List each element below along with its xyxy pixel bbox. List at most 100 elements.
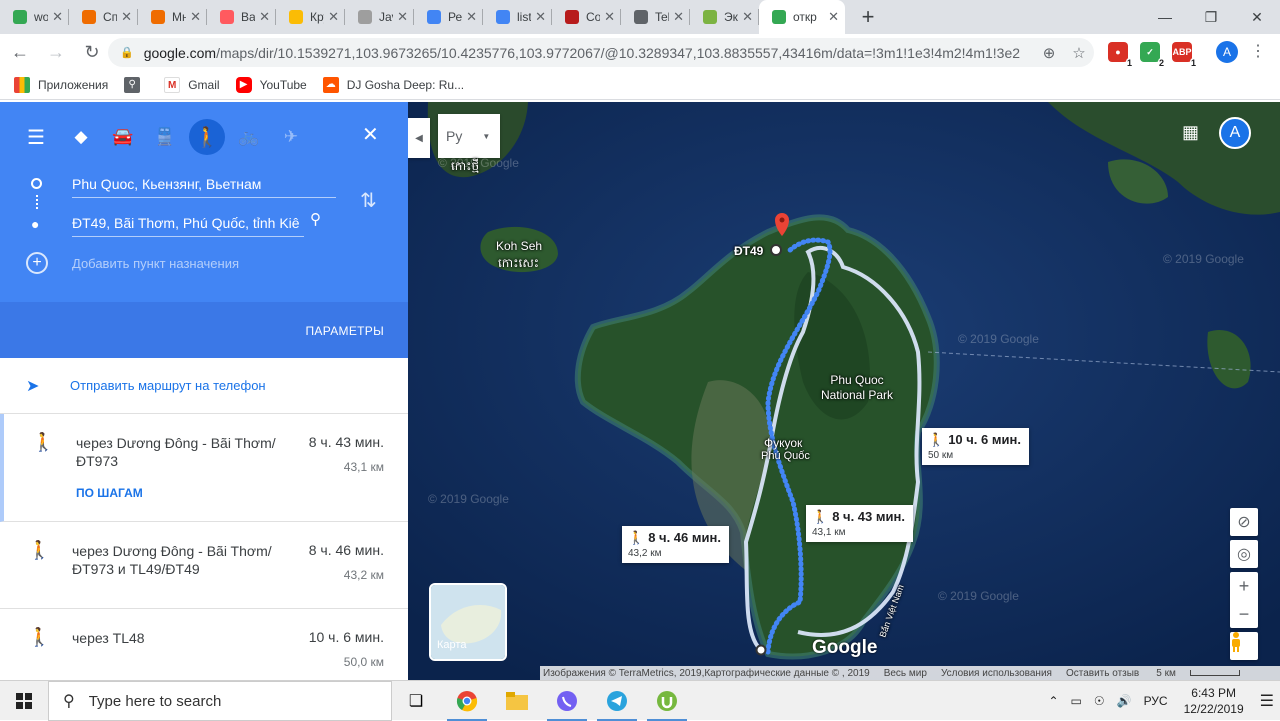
bookmark-gmail[interactable]: M Gmail [164,76,220,93]
browser-tab[interactable]: Мно✕ [138,0,207,34]
dropdown-icon[interactable]: ▼ [482,132,490,141]
route-option[interactable]: 🚶 через Dương Đông - Bãi Thơm/ ĐT973 8 ч… [0,414,408,522]
tray-expand-icon[interactable]: ⌃ [1048,694,1058,708]
windows-start-button[interactable] [0,681,48,721]
bookmark-star-icon[interactable]: ☆ [1064,44,1094,62]
scale-bar[interactable]: 5 км [1153,668,1240,679]
zoom-plus-icon[interactable]: ⊕ [1034,44,1064,62]
destination-circle-marker[interactable] [770,244,782,256]
battery-icon[interactable]: ▭ [1071,694,1082,708]
route-info-box[interactable]: 🚶 10 ч. 6 мин. 50 км [922,428,1029,465]
my-location-icon[interactable]: ◎ [1230,540,1258,568]
browser-tab[interactable]: Tele ✕ [621,0,690,34]
browser-tab[interactable]: woo✕ [0,0,69,34]
address-bar[interactable]: 🔒 google.com/maps/dir/10.1539271,103.967… [108,38,1094,67]
close-tab-icon[interactable]: ✕ [828,9,839,25]
route-info-box[interactable]: 🚶 8 ч. 46 мин. 43,2 км [622,526,729,563]
new-tab-button[interactable]: + [851,0,885,34]
send-to-phone-row[interactable]: ➤ Отправить маршрут на телефон [0,358,408,414]
extension-icon-1[interactable]: ● 1 [1108,42,1133,68]
car-icon[interactable]: 🚘 [105,119,141,155]
telegram-icon[interactable] [597,687,637,721]
feedback-link[interactable]: Оставить отзыв [1066,668,1139,679]
bookmark-soundcloud[interactable]: ☁ DJ Gosha Deep: Ru... [322,76,464,93]
browser-tab[interactable]: Реда ✕ [414,0,483,34]
send-to-phone-link[interactable]: Отправить маршрут на телефон [70,378,266,393]
google-apps-icon[interactable]: ▦ [1182,122,1199,143]
map-type-toggle[interactable]: Карта [429,583,507,661]
browser-menu-icon[interactable]: ⋮ [1248,38,1268,66]
browser-tab[interactable]: Соб✕ [552,0,621,34]
maximize-button[interactable]: ❐ [1188,0,1234,34]
reload-button[interactable]: ↻ [76,36,108,68]
close-tab-icon[interactable]: ✕ [604,9,615,25]
extension-icon-2[interactable]: ✓ 2 [1140,42,1165,68]
browser-tab[interactable]: liste✕ [483,0,552,34]
network-icon[interactable]: ☉ [1094,694,1105,708]
origin-input[interactable]: Phu Quoc, Кьензянг, Вьетнам [72,170,336,198]
minimize-button[interactable]: — [1142,0,1188,34]
taskbar-search-box[interactable]: ⚲ Type here to search [48,681,392,721]
profile-avatar[interactable]: A [1216,41,1238,63]
map-profile-avatar[interactable]: A [1219,117,1251,149]
transit-icon[interactable]: 🚆 [147,119,183,155]
map-canvas[interactable]: ◀ Ру ▼ ▦ A កោះថ្មី Koh Seh កោះសេះ ĐT49 Ph… [408,102,1280,680]
browser-tab[interactable]: Спис✕ [69,0,138,34]
close-tab-icon[interactable]: ✕ [259,9,270,25]
add-destination-field[interactable]: Добавить пункт назначения [72,256,239,271]
best-route-icon[interactable]: ◆ [63,119,99,155]
browser-tab[interactable]: Эко✕ [690,0,759,34]
zoom-out-button[interactable]: − [1230,600,1258,628]
close-tab-icon[interactable]: ✕ [535,9,546,25]
bookmark-youtube[interactable]: ▶ YouTube [235,76,307,93]
clock[interactable]: 6:43 PM 12/22/2019 [1184,685,1244,717]
origin-circle-marker[interactable] [755,644,767,656]
route-option[interactable]: 🚶 через Dương Đông - Bãi Thơm/ ĐT973 и T… [0,522,408,609]
close-tab-icon[interactable]: ✕ [397,9,408,25]
adblock-icon[interactable]: ABP 1 [1172,42,1197,68]
close-tab-icon[interactable]: ✕ [190,9,201,25]
hamburger-menu-icon[interactable]: ☰ [18,119,54,155]
viber-icon[interactable] [547,687,587,721]
options-button[interactable]: ПАРАМЕТРЫ [306,324,385,338]
terms-link[interactable]: Условия использования [941,668,1052,679]
close-tab-icon[interactable]: ✕ [466,9,477,25]
browser-tab[interactable]: Java ✕ [345,0,414,34]
forward-button[interactable]: → [40,36,72,68]
language-indicator[interactable]: РУС [1144,694,1168,708]
route-info-box[interactable]: 🚶 8 ч. 43 мин. 43,1 км [806,505,913,542]
close-tab-icon[interactable]: ✕ [121,9,132,25]
bicycle-icon[interactable]: 🚲 [231,119,267,155]
back-button[interactable]: ← [4,36,36,68]
bookmark-apps[interactable]: Приложения [14,76,108,93]
world-link[interactable]: Весь мир [884,668,927,679]
notifications-icon[interactable]: ☰ [1260,691,1274,711]
file-explorer-icon[interactable] [503,687,531,715]
search-icon[interactable]: ⚲ [310,210,321,228]
route-option[interactable]: 🚶 через TL48 10 ч. 6 мин. 50,0 км [0,609,408,680]
bookmark-search[interactable]: ⚲ [124,76,148,93]
walking-icon[interactable]: 🚶 [189,119,225,155]
close-tab-icon[interactable]: ✕ [328,9,339,25]
destination-input[interactable]: ĐT49, Bãi Thơm, Phú Quốc, tỉnh Kiê [72,209,304,237]
chrome-taskbar-icon[interactable] [447,687,487,721]
browser-tab[interactable]: Круг ✕ [276,0,345,34]
task-view-icon[interactable]: ❏ [402,687,430,715]
flight-icon[interactable]: ✈ [273,119,309,155]
pegman-icon[interactable] [1230,632,1258,660]
close-window-button[interactable]: ✕ [1234,0,1280,34]
utorrent-icon[interactable] [647,687,687,721]
compass-icon[interactable]: ⊘ [1230,508,1258,536]
map-search-box[interactable]: Ру ▼ [438,114,500,158]
close-directions-icon[interactable]: ✕ [362,122,379,147]
route-steps-link[interactable]: ПО ШАГАМ [76,486,143,500]
volume-icon[interactable]: 🔊 [1117,694,1132,708]
close-tab-icon[interactable]: ✕ [742,9,753,25]
browser-tab[interactable]: откр ✕ [759,0,845,34]
close-tab-icon[interactable]: ✕ [52,9,63,25]
zoom-in-button[interactable]: + [1230,572,1258,600]
add-destination-icon[interactable]: + [26,252,48,274]
close-tab-icon[interactable]: ✕ [673,9,684,25]
swap-waypoints-icon[interactable]: ⇅ [360,188,377,213]
collapse-panel-button[interactable]: ◀ [408,118,430,158]
